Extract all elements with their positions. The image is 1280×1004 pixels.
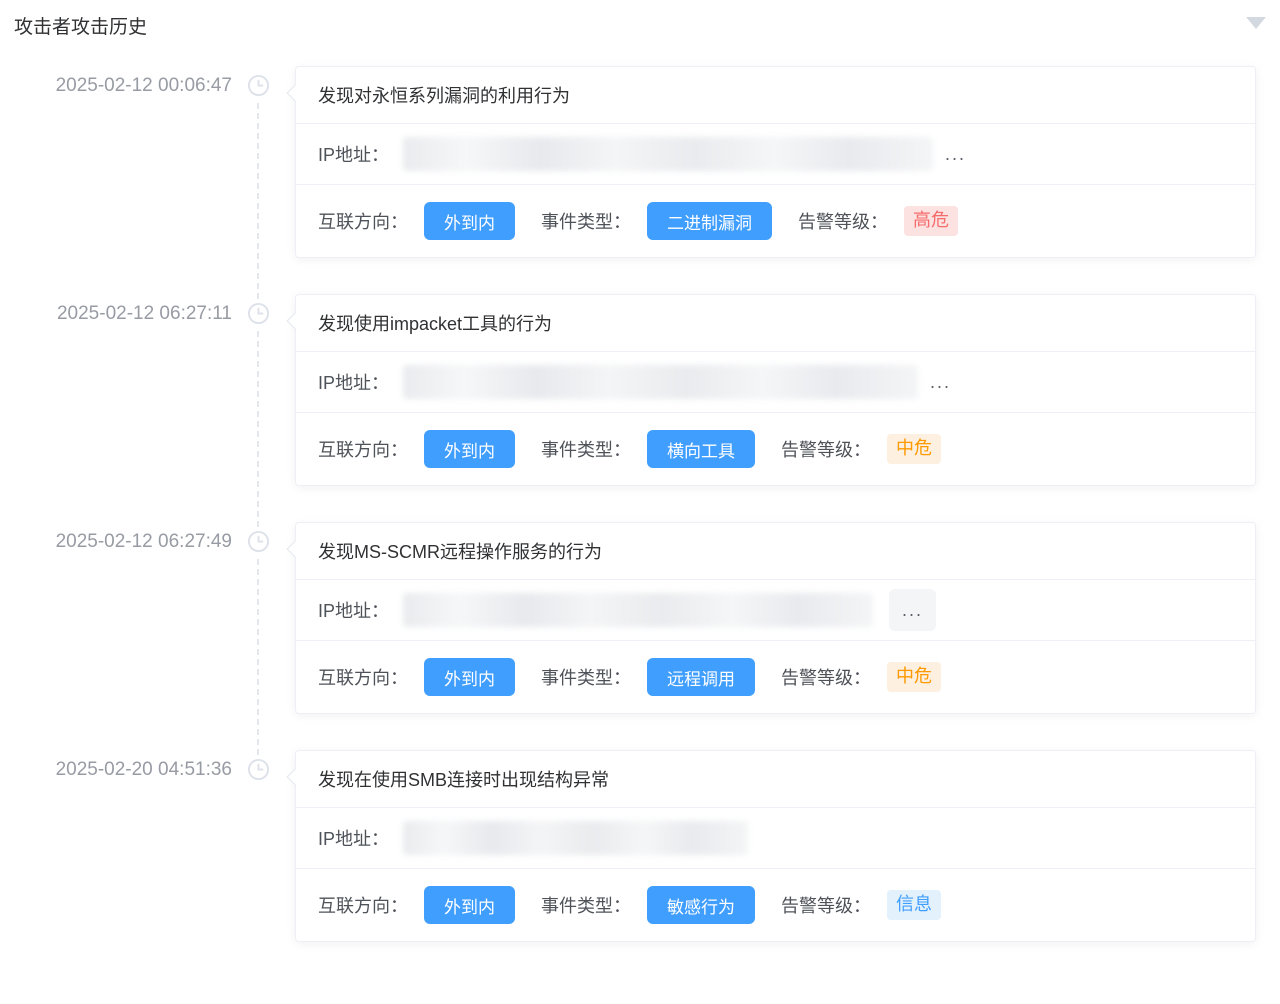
event-card: 发现使用impacket工具的行为 IP地址： ... 互联方向： 外到内 事件…: [295, 294, 1256, 486]
redacted-ip-value: [403, 365, 918, 399]
page-title: 攻击者攻击历史: [14, 12, 147, 39]
event-timestamp: 2025-02-12 00:06:47: [0, 75, 232, 97]
direction-label: 互联方向：: [318, 892, 408, 918]
tags-row: 互联方向： 外到内 事件类型： 敏感行为 告警等级： 信息: [296, 869, 1255, 941]
event-timestamp: 2025-02-12 06:27:49: [0, 531, 232, 553]
direction-label: 互联方向：: [318, 664, 408, 690]
ip-label: IP地址：: [318, 369, 389, 395]
event-type-tag-button[interactable]: 敏感行为: [647, 886, 755, 924]
alert-level-label: 告警等级：: [781, 664, 871, 690]
timeline-connector: [257, 331, 259, 527]
timeline-entry: 2025-02-12 06:27:11 发现使用impacket工具的行为 IP…: [0, 294, 1280, 522]
ip-row: IP地址： ...: [296, 580, 1255, 641]
ip-row: IP地址： ...: [296, 124, 1255, 185]
ip-label: IP地址：: [318, 141, 389, 167]
event-title: 发现对永恒系列漏洞的利用行为: [296, 67, 1255, 124]
timeline-entry: 2025-02-12 06:27:49 发现MS-SCMR远程操作服务的行为 I…: [0, 522, 1280, 750]
tags-row: 互联方向： 外到内 事件类型： 横向工具 告警等级： 中危: [296, 413, 1255, 485]
clock-icon: [247, 302, 270, 325]
event-type-label: 事件类型：: [541, 436, 631, 462]
event-title: 发现使用impacket工具的行为: [296, 295, 1255, 352]
expand-ellipsis-button[interactable]: ...: [889, 589, 936, 631]
event-type-label: 事件类型：: [541, 664, 631, 690]
clock-icon: [247, 74, 270, 97]
expand-ellipsis-button[interactable]: ...: [945, 145, 966, 163]
event-type-label: 事件类型：: [541, 892, 631, 918]
collapse-caret-icon[interactable]: [1246, 17, 1266, 29]
direction-tag-button[interactable]: 外到内: [424, 658, 515, 696]
redacted-ip-value: [403, 821, 748, 855]
event-card: 发现MS-SCMR远程操作服务的行为 IP地址： ... 互联方向： 外到内 事…: [295, 522, 1256, 714]
direction-tag-button[interactable]: 外到内: [424, 202, 515, 240]
event-card: 发现在使用SMB连接时出现结构异常 IP地址： 互联方向： 外到内 事件类型： …: [295, 750, 1256, 942]
timeline-connector: [257, 103, 259, 299]
alert-level-label: 告警等级：: [781, 436, 871, 462]
direction-tag-button[interactable]: 外到内: [424, 430, 515, 468]
alert-level-badge: 高危: [904, 206, 958, 236]
alert-level-badge: 信息: [887, 890, 941, 920]
redacted-ip-value: [403, 137, 933, 171]
event-card: 发现对永恒系列漏洞的利用行为 IP地址： ... 互联方向： 外到内 事件类型：…: [295, 66, 1256, 258]
direction-label: 互联方向：: [318, 208, 408, 234]
ip-row: IP地址： ...: [296, 352, 1255, 413]
event-timestamp: 2025-02-20 04:51:36: [0, 759, 232, 781]
alert-level-label: 告警等级：: [798, 208, 888, 234]
alert-level-badge: 中危: [887, 662, 941, 692]
clock-icon: [247, 530, 270, 553]
event-title: 发现在使用SMB连接时出现结构异常: [296, 751, 1255, 808]
ip-label: IP地址：: [318, 825, 389, 851]
tags-row: 互联方向： 外到内 事件类型： 二进制漏洞 告警等级： 高危: [296, 185, 1255, 257]
ip-label: IP地址：: [318, 597, 389, 623]
event-type-tag-button[interactable]: 二进制漏洞: [647, 202, 772, 240]
direction-label: 互联方向：: [318, 436, 408, 462]
event-timestamp: 2025-02-12 06:27:11: [0, 303, 232, 325]
event-type-tag-button[interactable]: 远程调用: [647, 658, 755, 696]
tags-row: 互联方向： 外到内 事件类型： 远程调用 告警等级： 中危: [296, 641, 1255, 713]
timeline-entry: 2025-02-20 04:51:36 发现在使用SMB连接时出现结构异常 IP…: [0, 750, 1280, 978]
clock-icon: [247, 758, 270, 781]
redacted-ip-value: [403, 593, 873, 627]
ip-row: IP地址：: [296, 808, 1255, 869]
expand-ellipsis-button[interactable]: ...: [930, 373, 951, 391]
event-type-label: 事件类型：: [541, 208, 631, 234]
alert-level-label: 告警等级：: [781, 892, 871, 918]
attack-history-panel: 攻击者攻击历史 2025-02-12 00:06:47 发现对永恒系列漏洞的利用…: [0, 0, 1280, 1004]
direction-tag-button[interactable]: 外到内: [424, 886, 515, 924]
timeline-connector: [257, 559, 259, 755]
event-title: 发现MS-SCMR远程操作服务的行为: [296, 523, 1255, 580]
alert-level-badge: 中危: [887, 434, 941, 464]
timeline-entry: 2025-02-12 00:06:47 发现对永恒系列漏洞的利用行为 IP地址：…: [0, 66, 1280, 294]
event-type-tag-button[interactable]: 横向工具: [647, 430, 755, 468]
